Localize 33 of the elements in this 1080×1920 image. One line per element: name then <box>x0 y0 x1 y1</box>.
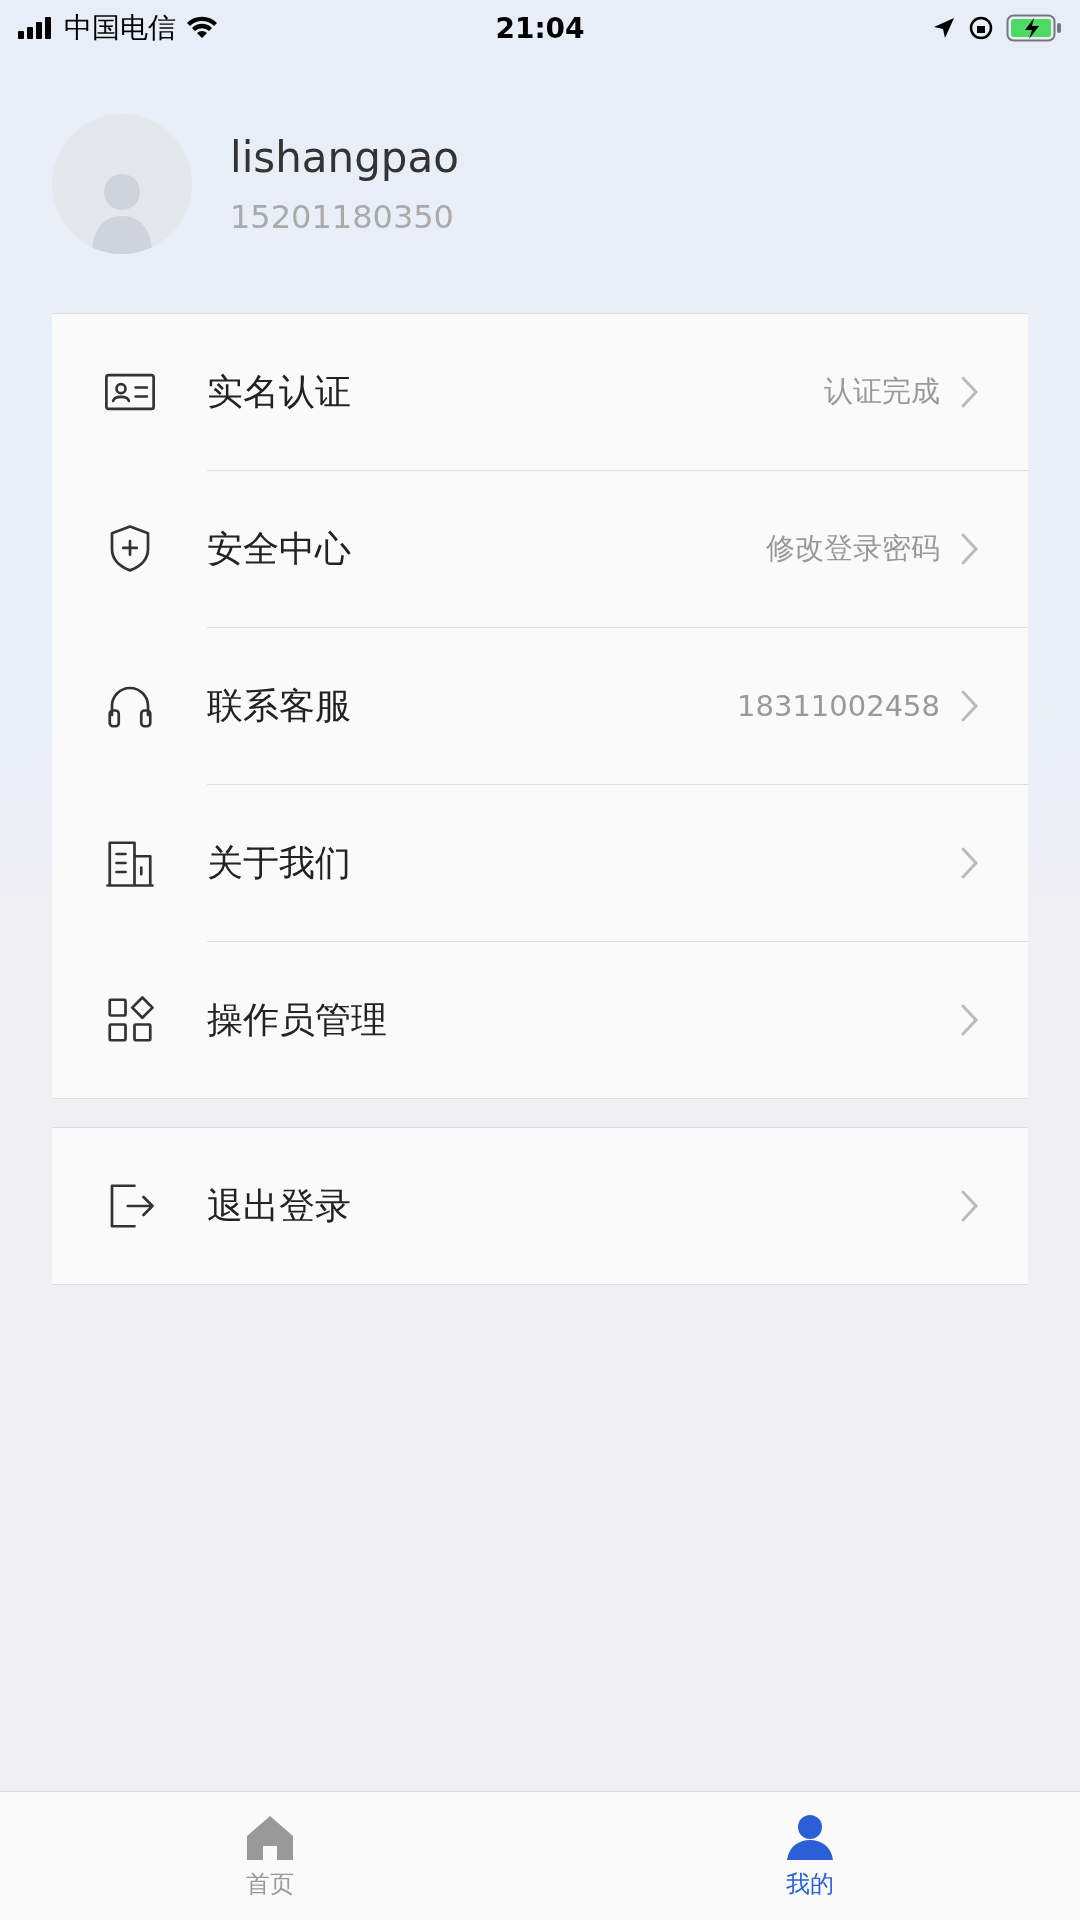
user-phone: 15201180350 <box>230 197 455 236</box>
menu-item[interactable]: 退出登录 <box>52 1128 1028 1284</box>
menu-item[interactable]: 实名认证 认证完成 <box>52 314 1028 470</box>
chevron-icon <box>960 375 980 409</box>
tab[interactable]: 我的 <box>540 1792 1080 1920</box>
chevron-icon <box>960 532 980 566</box>
menu-label: 退出登录 <box>207 1183 352 1228</box>
user-icon <box>785 1814 835 1862</box>
menu-item[interactable]: 操作员管理 <box>52 942 1028 1098</box>
carrier-name: 中国电信 <box>64 10 176 46</box>
chevron-icon <box>960 1003 980 1037</box>
menu-item[interactable]: 关于我们 <box>52 785 1028 941</box>
menu-value: 认证完成 <box>824 373 940 410</box>
menu-label: 关于我们 <box>207 840 352 885</box>
menu-label: 安全中心 <box>207 526 352 571</box>
menu-label: 操作员管理 <box>207 997 388 1042</box>
wifi-icon <box>186 16 218 40</box>
menu-label: 实名认证 <box>207 369 352 414</box>
status-time: 21:04 <box>495 11 585 45</box>
signal-icon <box>18 17 54 39</box>
menu-item[interactable]: 安全中心 修改登录密码 <box>52 471 1028 627</box>
battery-icon <box>1006 14 1062 42</box>
chevron-icon <box>960 689 980 723</box>
user-name: lishangpao <box>230 132 459 182</box>
menu-value: 修改登录密码 <box>766 530 940 567</box>
chevron-icon <box>960 1189 980 1223</box>
home-icon <box>245 1814 295 1862</box>
location-arrow-icon <box>932 16 956 40</box>
rotation-lock-icon <box>968 15 994 41</box>
menu-item[interactable]: 联系客服 18311002458 <box>52 628 1028 784</box>
menu-label: 联系客服 <box>207 683 352 728</box>
menu-value: 18311002458 <box>737 689 940 723</box>
chevron-icon <box>960 846 980 880</box>
